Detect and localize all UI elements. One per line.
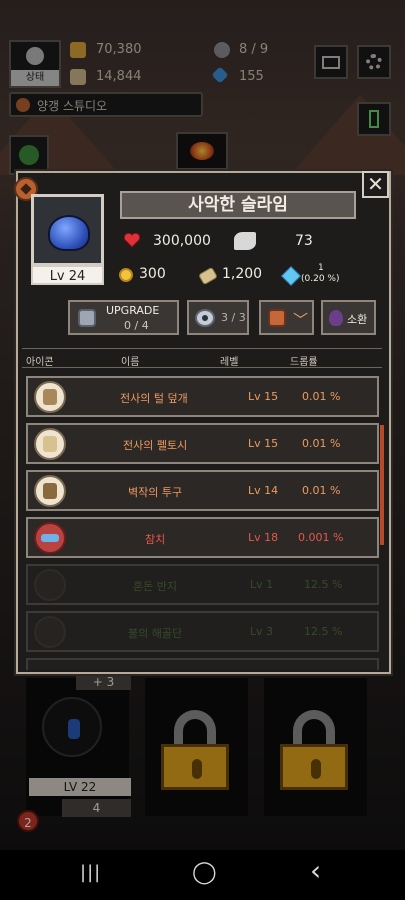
item-level: Lv 1 <box>250 578 274 591</box>
upgrade-count: 0 / 4 <box>124 319 149 332</box>
item-name: 전사의 펠토시 <box>123 439 188 452</box>
table-row[interactable]: 전사의 털 덮개 Lv 15 0.01 % <box>26 376 379 417</box>
item-rate: 12.5 % <box>304 578 343 591</box>
table-row-partial <box>26 658 379 670</box>
eye-count: 3 / 3 <box>221 311 246 324</box>
cape-glyph <box>43 436 57 452</box>
helmet-icon <box>34 475 66 507</box>
item-level: Lv 14 <box>248 484 279 497</box>
boots-glyph <box>43 389 57 405</box>
heart-icon <box>124 233 140 248</box>
eye-button[interactable]: 3 / 3 <box>187 300 249 335</box>
drop-table-header: 아이콘 이름 레벨 드롭률 <box>22 348 382 368</box>
monster-name: 사악한 슬라임 <box>120 191 356 219</box>
fish-glyph <box>41 534 59 542</box>
summon-button[interactable]: 소환 <box>321 300 376 335</box>
helmet-glyph <box>43 483 57 499</box>
home-button[interactable]: ◯ <box>192 860 217 885</box>
table-row[interactable]: 참치 Lv 18 0.001 % <box>26 517 379 558</box>
item-rate: 0.01 % <box>302 390 341 403</box>
item-name: 불의 해골단 <box>128 627 183 640</box>
chevron-down-icon: ﹀ <box>293 311 309 329</box>
android-navbar: ||| ◯ ‹ <box>0 850 405 900</box>
gem-drop: 1 <box>318 263 324 273</box>
upgrade-label: UPGRADE <box>106 304 160 317</box>
scroll-drop: 1,200 <box>222 266 263 282</box>
claw-icon <box>234 232 256 250</box>
table-row[interactable]: 벽작의 투구 Lv 14 0.01 % <box>26 470 379 511</box>
item-name: 혼돈 반지 <box>133 580 177 593</box>
item-rate: 0.001 % <box>298 531 344 544</box>
table-row[interactable]: 전사의 펠토시 Lv 15 0.01 % <box>26 423 379 464</box>
item-rate: 0.01 % <box>302 437 341 450</box>
monster-portrait <box>31 194 104 266</box>
boots-icon <box>34 381 66 413</box>
recent-apps-button[interactable]: ||| <box>80 862 101 883</box>
table-row[interactable]: 불의 해골단 Lv 3 12.5 % <box>26 611 379 652</box>
cape-icon <box>34 428 66 460</box>
ring-icon <box>34 569 66 601</box>
item-name: 벽작의 투구 <box>128 486 183 499</box>
item-rate: 12.5 % <box>304 625 343 638</box>
header-level: 레벨 <box>220 357 239 368</box>
item-level: Lv 15 <box>248 437 279 450</box>
hp-value: 300,000 <box>153 233 211 249</box>
close-button[interactable]: ✕ <box>362 171 389 198</box>
item-name: 전사의 털 덮개 <box>120 392 188 405</box>
hex-icon <box>268 309 286 327</box>
gold-drop: 300 <box>139 266 166 282</box>
item-rate: 0.01 % <box>302 484 341 497</box>
drop-filter-button[interactable]: ﹀ <box>259 300 314 335</box>
table-scrollbar[interactable] <box>380 425 384 545</box>
header-icon: 아이콘 <box>26 357 54 368</box>
eye-icon <box>195 309 215 327</box>
coin-icon <box>119 268 133 282</box>
upgrade-button[interactable]: UPGRADE 0 / 4 <box>68 300 179 335</box>
fish-icon <box>34 522 66 554</box>
monster-level: Lv 24 <box>31 265 104 285</box>
table-row[interactable]: 혼돈 반지 Lv 1 12.5 % <box>26 564 379 605</box>
item-level: Lv 3 <box>250 625 274 638</box>
back-button[interactable]: ‹ <box>310 854 321 887</box>
header-name: 이름 <box>121 357 140 368</box>
attack-value: 73 <box>295 233 313 249</box>
header-rate: 드롭률 <box>290 357 318 368</box>
item-level: Lv 18 <box>248 531 279 544</box>
hex-icon <box>78 309 96 327</box>
slime-icon <box>48 215 90 251</box>
item-name: 참치 <box>145 533 166 546</box>
item-level: Lv 15 <box>248 390 279 403</box>
crab-icon <box>34 616 66 648</box>
summon-icon <box>329 310 343 326</box>
summon-label: 소환 <box>347 313 368 326</box>
gem-chance: (0.20 %) <box>301 274 340 284</box>
